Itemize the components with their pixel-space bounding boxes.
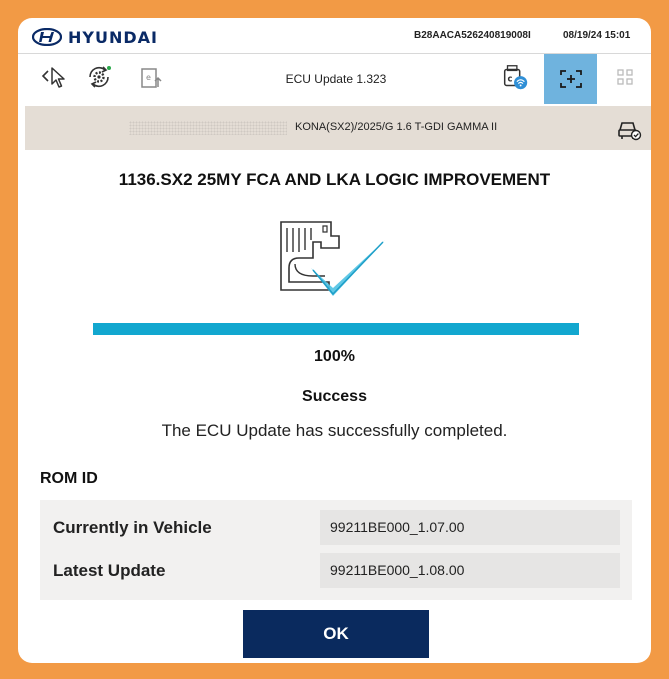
update-status: Success: [302, 388, 367, 405]
vin-number: B28AACA526240819008I: [414, 30, 531, 41]
update-message: The ECU Update has successfully complete…: [161, 421, 508, 440]
ok-button[interactable]: OK: [243, 610, 429, 658]
rom-latest-label: Latest Update: [53, 561, 166, 580]
vehicle-check-icon[interactable]: [616, 116, 642, 142]
progress-bar: [93, 323, 579, 335]
progress-percent: 100%: [314, 348, 355, 365]
ecu-update-success-icon: [280, 221, 385, 296]
toolbar: e ECU Update 1.323 c: [18, 54, 651, 104]
header-bar: HYUNDAI B28AACA526240819008I 08/19/24 15…: [18, 18, 651, 54]
datetime: 08/19/24 15:01: [563, 30, 631, 41]
rom-id-table: Currently in Vehicle 99211BE000_1.07.00 …: [40, 500, 632, 600]
vci-status-icon[interactable]: c: [500, 62, 530, 92]
screen-title: ECU Update 1.323: [285, 72, 387, 86]
rom-id-heading: ROM ID: [40, 470, 98, 487]
app-window: HYUNDAI B28AACA526240819008I 08/19/24 15…: [18, 18, 651, 663]
rom-current-value: 99211BE000_1.07.00: [320, 510, 620, 545]
update-title: 1136.SX2 25MY FCA AND LKA LOGIC IMPROVEM…: [118, 170, 551, 189]
vehicle-info-bar: KONA(SX2)/2025/G 1.6 T-GDI GAMMA II: [25, 106, 651, 150]
screen-capture-button[interactable]: [544, 54, 597, 104]
progress-bar-fill: [93, 323, 579, 335]
screen-capture-icon: [559, 70, 582, 88]
ecu-upload-icon[interactable]: e: [136, 62, 166, 92]
vehicle-description: KONA(SX2)/2025/G 1.6 T-GDI GAMMA II: [295, 121, 498, 133]
hyundai-emblem-icon: [32, 28, 62, 46]
rom-latest-value: 99211BE000_1.08.00: [320, 553, 620, 588]
grid-icon[interactable]: [610, 62, 640, 92]
masked-vehicle-id: [129, 121, 287, 135]
pointer-back-icon[interactable]: [40, 62, 70, 92]
svg-text:c: c: [508, 74, 513, 84]
svg-text:e: e: [146, 73, 151, 82]
brand-name: HYUNDAI: [68, 27, 158, 47]
settings-sync-icon[interactable]: [84, 62, 114, 92]
hyundai-logo: HYUNDAI: [32, 26, 158, 48]
rom-current-label: Currently in Vehicle: [53, 518, 212, 537]
